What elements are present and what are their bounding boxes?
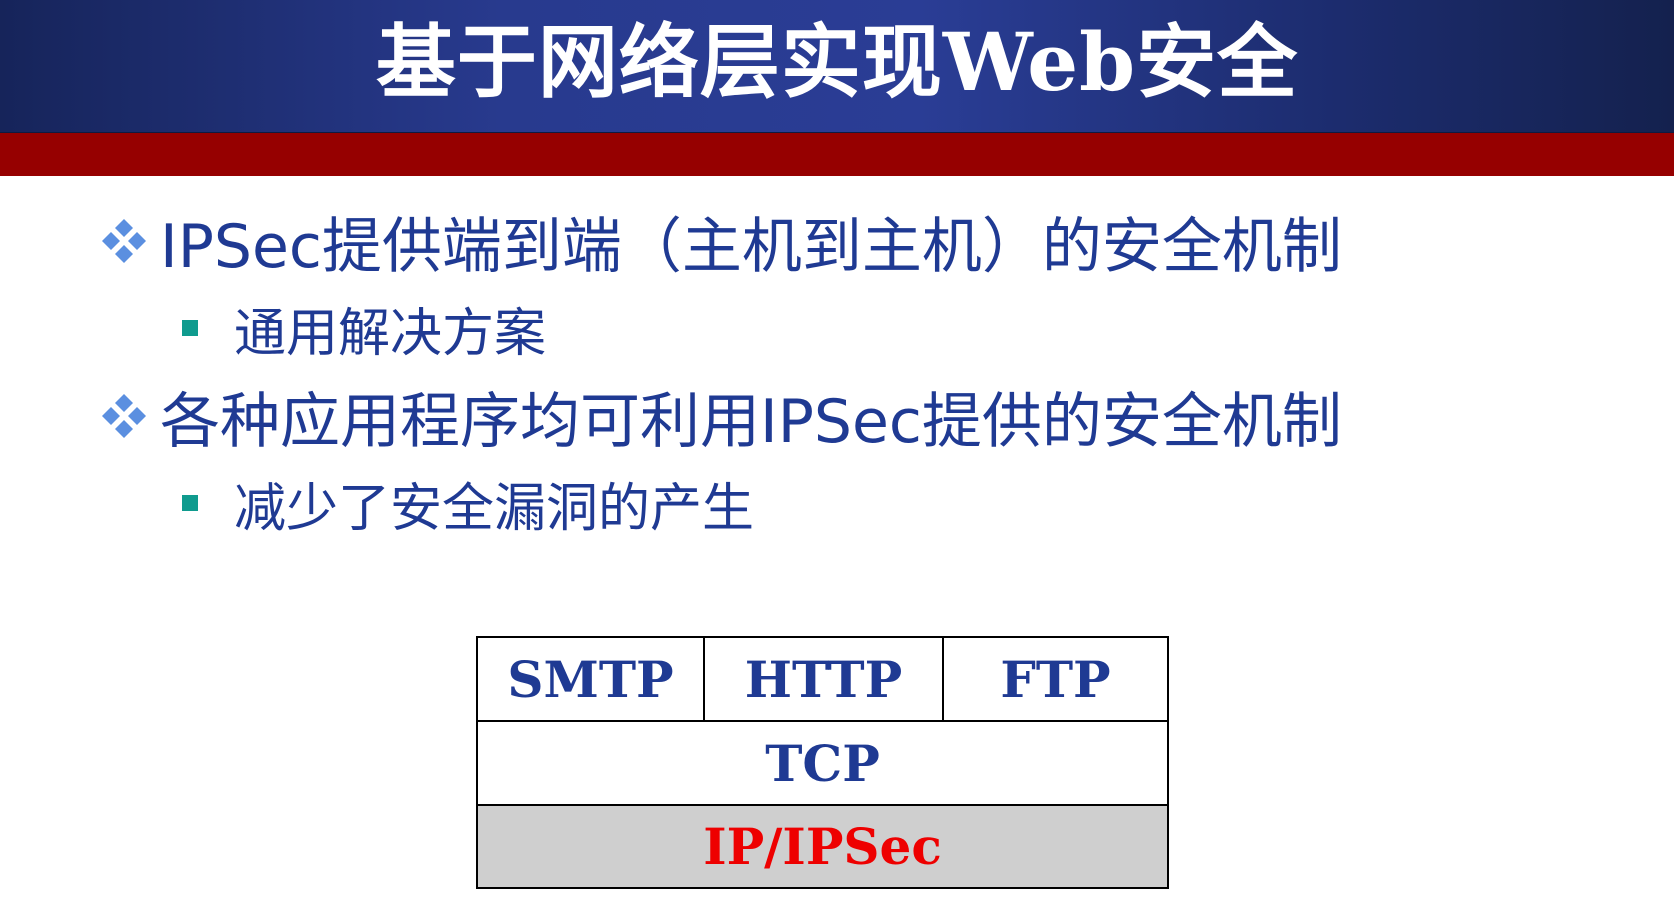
http-cell: HTTP [705, 638, 944, 720]
ftp-cell: FTP [1000, 649, 1111, 709]
square-bullet-icon [182, 495, 198, 511]
sub-bullet-text-1: 通用解决方案 [234, 303, 547, 364]
network-layer-row: IP/IPSec [478, 806, 1167, 887]
ip-ipsec-cell: IP/IPSec [703, 817, 942, 876]
title-bar: 基于网络层实现Web安全 [0, 0, 1674, 133]
bullet-item-1: IPSec提供端到端（主机到主机）的安全机制 [100, 201, 1342, 282]
sub-bullet-item-1: 通用解决方案 [182, 293, 547, 364]
sub-bullet-text-2: 减少了安全漏洞的产生 [234, 478, 755, 539]
bullet-item-2: 各种应用程序均可利用IPSec提供的安全机制 [100, 376, 1342, 457]
accent-band [0, 133, 1674, 176]
sub-bullet-item-2: 减少了安全漏洞的产生 [182, 468, 755, 539]
transport-layer-row: TCP [478, 722, 1167, 806]
square-bullet-icon [182, 320, 198, 336]
slide-title: 基于网络层实现Web安全 [375, 15, 1299, 109]
protocol-stack-diagram: SMTP HTTP FTP TCP IP/IPSec [476, 636, 1169, 889]
diamond-bullet-icon [102, 394, 146, 438]
tcp-cell: TCP [765, 733, 880, 793]
bullet-text-1: IPSec提供端到端（主机到主机）的安全机制 [160, 211, 1342, 282]
bullet-text-2: 各种应用程序均可利用IPSec提供的安全机制 [160, 386, 1342, 457]
diamond-bullet-icon [102, 219, 146, 263]
smtp-cell: SMTP [478, 638, 705, 720]
application-layer-row: SMTP HTTP FTP [478, 638, 1167, 722]
